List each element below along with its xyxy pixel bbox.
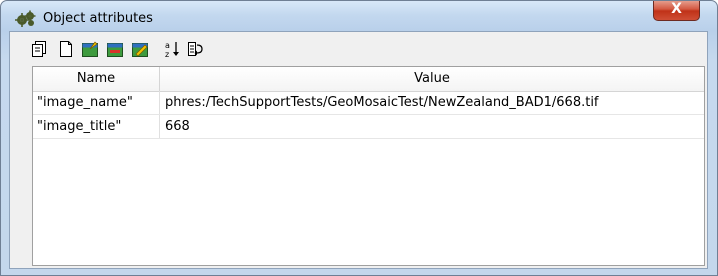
attributes-table: Name Value "image_name" phres:/TechSuppo… [32,66,705,266]
table-row[interactable]: "image_title" 668 [33,115,704,139]
sort-az-icon[interactable]: a z [162,39,182,59]
attribute-value-cell[interactable]: 668 [160,115,704,138]
dialog-client-area: a z Name Value "image_name" phres:/TechS… [9,31,708,269]
toolbar: a z [10,32,707,64]
gear-cluster-icon [15,10,37,28]
column-header-name[interactable]: Name [33,67,160,91]
table-header: Name Value [33,67,704,92]
attribute-value-cell[interactable]: phres:/TechSupportTests/GeoMosaicTest/Ne… [160,91,704,114]
add-attribute-icon[interactable] [80,39,100,59]
title-bar[interactable]: Object attributes X [1,1,717,31]
column-header-value[interactable]: Value [160,67,704,91]
close-button[interactable]: X [653,1,700,21]
edit-attribute-icon[interactable] [130,39,150,59]
svg-text:a: a [165,41,170,50]
object-attributes-window: Object attributes X a z Name Value "imag… [0,0,718,276]
close-icon: X [671,1,682,17]
copy-icon[interactable] [29,39,49,59]
import-icon[interactable] [185,39,205,59]
svg-text:z: z [165,50,169,59]
new-page-icon[interactable] [56,39,76,59]
table-row[interactable]: "image_name" phres:/TechSupportTests/Geo… [33,91,704,115]
remove-attribute-icon[interactable] [105,39,125,59]
attribute-name-cell[interactable]: "image_title" [33,115,160,138]
window-title: Object attributes [43,11,153,26]
attribute-name-cell[interactable]: "image_name" [33,91,160,114]
